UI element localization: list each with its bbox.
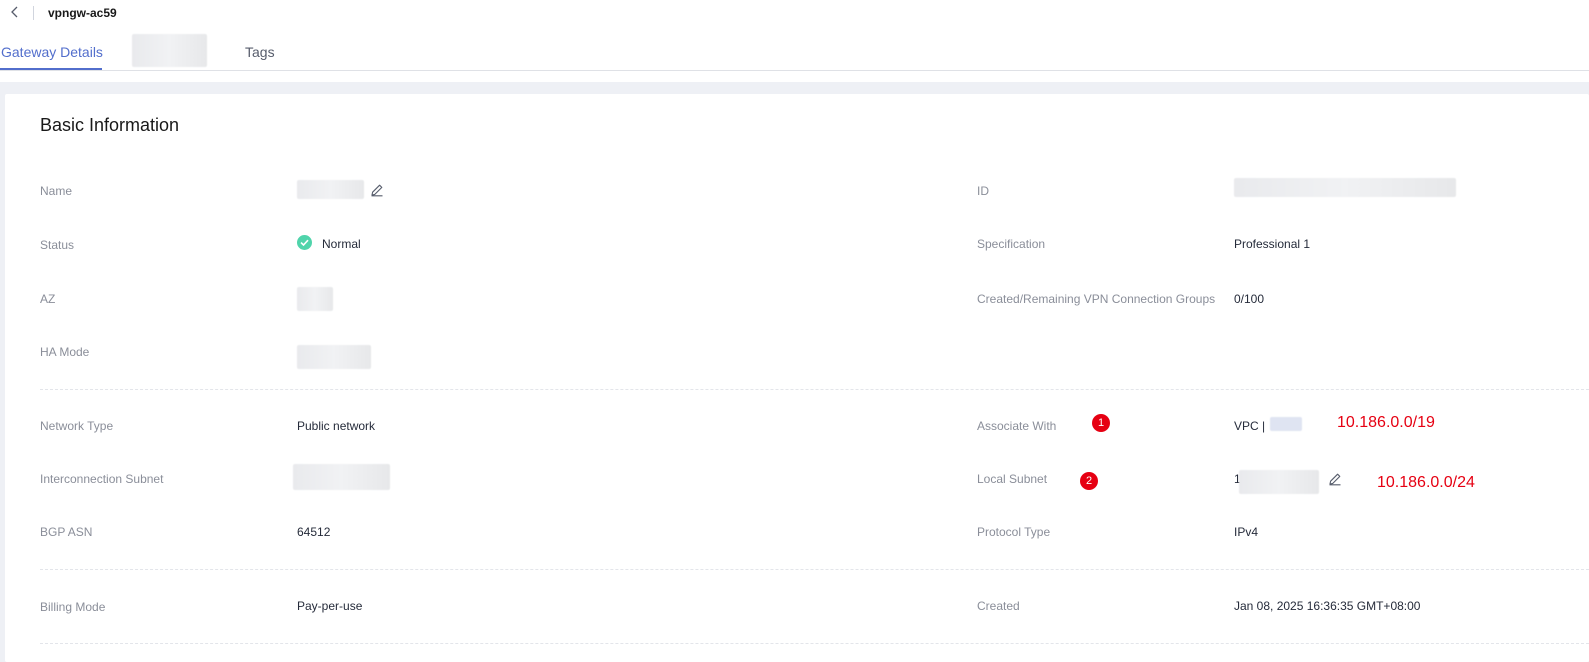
annotation-badge-2: 2 xyxy=(1080,472,1098,490)
specification-label: Specification xyxy=(977,237,1046,251)
edit-local-subnet-icon[interactable] xyxy=(1328,472,1342,486)
name-label: Name xyxy=(40,184,73,198)
associate-with-redacted xyxy=(1270,417,1302,431)
interconnection-subnet-redacted xyxy=(293,464,390,490)
id-value-redacted xyxy=(1234,178,1456,197)
az-label: AZ xyxy=(40,292,56,306)
local-subnet-redacted xyxy=(1239,470,1319,494)
ha-mode-value-redacted xyxy=(297,345,371,369)
network-type-label: Network Type xyxy=(40,419,114,433)
back-arrow-icon[interactable] xyxy=(8,4,22,20)
ha-mode-label: HA Mode xyxy=(40,345,90,359)
tab-gateway-details[interactable]: Gateway Details xyxy=(1,44,103,60)
top-bar: vpngw-ac59 xyxy=(0,0,1589,28)
tab-redacted[interactable] xyxy=(132,34,207,67)
row-divider xyxy=(40,643,1589,644)
protocol-type-label: Protocol Type xyxy=(977,525,1051,539)
az-value-redacted xyxy=(297,287,333,311)
section-title: Basic Information xyxy=(40,115,180,135)
annotation-text-1: 10.186.0.0/19 xyxy=(1337,414,1435,431)
row-divider xyxy=(40,389,1589,390)
protocol-type-value: IPv4 xyxy=(1234,525,1259,539)
billing-mode-value: Pay-per-use xyxy=(297,599,363,613)
tab-bar: Gateway Details Tags xyxy=(0,34,1589,71)
edit-name-icon[interactable] xyxy=(370,183,384,197)
status-value: Normal xyxy=(322,237,361,251)
name-value-redacted xyxy=(297,180,364,199)
billing-mode-label: Billing Mode xyxy=(40,600,106,614)
associate-with-label: Associate With xyxy=(977,419,1057,433)
bgp-asn-label: BGP ASN xyxy=(40,525,93,539)
interconnection-subnet-label: Interconnection Subnet xyxy=(40,472,164,486)
page-title: vpngw-ac59 xyxy=(48,6,117,20)
created-value: Jan 08, 2025 16:36:35 GMT+08:00 xyxy=(1234,599,1421,613)
connection-groups-value: 0/100 xyxy=(1234,292,1265,306)
network-type-value: Public network xyxy=(297,419,376,433)
annotation-badge-1: 1 xyxy=(1092,414,1110,432)
tab-tags[interactable]: Tags xyxy=(245,44,275,60)
created-label: Created xyxy=(977,599,1020,613)
header-divider xyxy=(33,6,34,20)
id-label: ID xyxy=(977,184,989,198)
bgp-asn-value: 64512 xyxy=(297,525,331,539)
specification-value: Professional 1 xyxy=(1234,237,1311,251)
row-divider xyxy=(40,569,1589,570)
status-normal-icon xyxy=(297,235,312,250)
associate-with-value[interactable]: VPC | xyxy=(1234,419,1265,433)
status-label: Status xyxy=(40,238,75,252)
active-tab-indicator xyxy=(0,68,102,70)
local-subnet-label: Local Subnet xyxy=(977,472,1048,486)
connection-groups-label: Created/Remaining VPN Connection Groups xyxy=(977,292,1216,306)
annotation-text-2: 10.186.0.0/24 xyxy=(1377,474,1475,491)
